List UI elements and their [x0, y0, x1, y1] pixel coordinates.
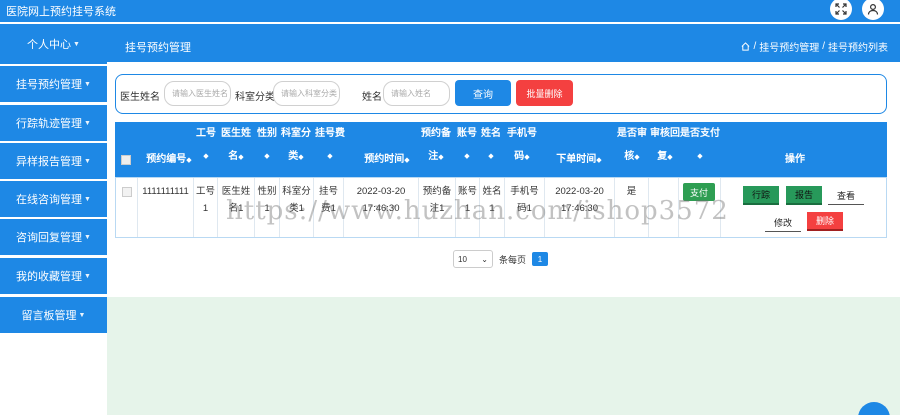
sidebar: 个人中心 ▼ 挂号预约管理 ▼ 行踪轨迹管理 ▼ 异样报告管理 ▼ 在线咨询管理 ▼ 咨询…	[0, 24, 107, 415]
sidebar-item-label: 异样报告管理	[16, 156, 83, 168]
chevron-down-icon: ▼	[73, 40, 80, 48]
sidebar-item-label: 我的收藏管理	[16, 271, 83, 283]
dept-label: 科室分类	[235, 92, 275, 103]
col-account[interactable]: 账号 ◆	[455, 127, 479, 163]
chevron-down-icon: ▼	[84, 195, 91, 203]
sort-icon[interactable]: ◆	[679, 150, 721, 163]
pagination: 10 ⌄ 条每页 1	[453, 250, 549, 268]
sort-icon[interactable]: ◆	[255, 150, 279, 163]
sidebar-item-label: 留言板管理	[21, 310, 77, 322]
col-doctor-name[interactable]: 医生姓 名◆	[218, 127, 254, 164]
chevron-down-icon: ⌄	[481, 254, 488, 264]
sort-icon[interactable]: ◆	[298, 154, 303, 161]
sidebar-item-anomaly-report[interactable]: 异样报告管理 ▼	[0, 143, 107, 179]
chevron-down-icon: ▼	[84, 119, 91, 127]
sidebar-item-label: 个人中心	[27, 39, 72, 51]
col-gender[interactable]: 性别 ◆	[255, 127, 279, 163]
cell-job-no: 工号 1	[195, 186, 215, 214]
per-page-label: 条每页	[499, 254, 527, 265]
sidebar-item-label: 咨询回复管理	[16, 232, 83, 244]
sort-icon[interactable]: ◆	[186, 157, 191, 164]
page-title: 挂号预约管理	[125, 42, 191, 54]
bulk-delete-button[interactable]: 批量删除	[516, 80, 573, 106]
page-size-select[interactable]: 10 ⌄	[453, 250, 493, 268]
table-header: 预约编号◆ 工号 ◆ 医生姓 名◆ 性别 ◆ 科室分 类◆ 挂号费 ◆ 预约时间◆ 预约备…	[115, 122, 887, 177]
sidebar-item-booking[interactable]: 挂号预约管理 ▼	[0, 66, 107, 102]
sidebar-item-tracking[interactable]: 行踪轨迹管理 ▼	[0, 105, 107, 141]
report-button[interactable]: 报告	[786, 186, 822, 205]
doctor-name-label: 医生姓名	[120, 92, 160, 103]
doctor-name-input[interactable]: 请输入医生姓名	[164, 81, 231, 106]
dept-input[interactable]: 请输入科室分类	[273, 81, 340, 106]
delete-button[interactable]: 删除	[807, 212, 843, 231]
sort-icon[interactable]: ◆	[479, 150, 503, 163]
page-header: 挂号预约管理 / 挂号预约管理 / 挂号预约列表	[107, 24, 900, 62]
row-checkbox[interactable]	[122, 187, 132, 197]
breadcrumb-item-current: 挂号预约列表	[828, 43, 888, 54]
sidebar-item-personal-center[interactable]: 个人中心 ▼	[0, 24, 107, 64]
chevron-down-icon: ▼	[78, 311, 86, 319]
top-bar: 医院网上预约挂号系统	[0, 0, 900, 22]
chevron-down-icon: ▼	[84, 80, 91, 88]
sort-icon[interactable]: ◆	[438, 154, 443, 161]
name-label: 姓名	[362, 92, 382, 103]
watermark: https://www.huzhan.com/ishop3572	[226, 196, 729, 226]
col-booking-no[interactable]: 预约编号◆	[139, 153, 199, 167]
search-panel: 医生姓名 请输入医生姓名 科室分类 请输入科室分类 姓名 请输入姓名 查询 批量…	[115, 74, 887, 114]
col-order-time[interactable]: 下单时间◆	[547, 153, 611, 167]
sidebar-item-label: 挂号预约管理	[16, 79, 83, 91]
chevron-down-icon: ▼	[84, 233, 91, 241]
col-name[interactable]: 姓名 ◆	[479, 127, 503, 163]
col-dept[interactable]: 科室分 类◆	[280, 127, 312, 164]
sort-icon[interactable]: ◆	[404, 157, 409, 164]
home-icon[interactable]	[741, 42, 750, 51]
col-note[interactable]: 预约备 注◆	[417, 127, 455, 164]
breadcrumb-item[interactable]: 挂号预约管理	[759, 39, 819, 54]
sort-icon[interactable]: ◆	[312, 150, 348, 163]
breadcrumb-separator: /	[822, 41, 825, 52]
query-button[interactable]: 查询	[455, 80, 511, 106]
name-input[interactable]: 请输入姓名	[383, 81, 450, 106]
col-job-no[interactable]: 工号 ◆	[195, 127, 217, 163]
content-background	[107, 297, 900, 415]
col-fee[interactable]: 挂号费 ◆	[312, 127, 348, 163]
sidebar-item-favorites[interactable]: 我的收藏管理 ▼	[0, 258, 107, 294]
sort-icon[interactable]: ◆	[596, 157, 601, 164]
col-actions: 操作	[785, 154, 805, 165]
sidebar-item-label: 行踪轨迹管理	[16, 118, 83, 130]
sidebar-item-consult-reply[interactable]: 咨询回复管理 ▼	[0, 219, 107, 255]
sort-icon[interactable]: ◆	[238, 154, 243, 161]
view-button[interactable]: 查看	[828, 186, 864, 205]
track-button[interactable]: 行踪	[743, 186, 779, 205]
chevron-down-icon: ▼	[84, 272, 91, 280]
chevron-down-icon: ▼	[84, 157, 91, 165]
col-paid[interactable]: 是否支付 ◆	[679, 127, 721, 163]
page-number-current[interactable]: 1	[532, 252, 549, 266]
sort-icon[interactable]: ◆	[455, 150, 479, 163]
sidebar-item-label: 在线咨询管理	[16, 194, 83, 206]
expand-icon[interactable]	[830, 0, 852, 20]
user-icon[interactable]	[862, 0, 884, 20]
col-booking-time[interactable]: 预约时间◆	[351, 153, 423, 167]
breadcrumb: / 挂号预约管理 / 挂号预约列表	[741, 39, 888, 54]
app-title: 医院网上预约挂号系统	[6, 6, 116, 18]
sort-icon[interactable]: ◆	[195, 150, 217, 163]
sidebar-item-online-consult[interactable]: 在线咨询管理 ▼	[0, 181, 107, 217]
sort-icon[interactable]: ◆	[667, 154, 672, 161]
col-audit-reply[interactable]: 审核回 复◆	[648, 127, 682, 164]
sort-icon[interactable]: ◆	[634, 154, 639, 161]
cell-booking-no: 1111111111	[142, 186, 189, 197]
col-audit[interactable]: 是否审 核◆	[615, 127, 649, 164]
sidebar-item-message-board[interactable]: 留言板管理 ▼	[0, 297, 107, 333]
select-all-checkbox[interactable]	[121, 155, 131, 165]
edit-button[interactable]: 修改	[765, 213, 801, 232]
breadcrumb-separator: /	[753, 41, 757, 52]
sort-icon[interactable]: ◆	[524, 154, 529, 161]
col-phone[interactable]: 手机号 码◆	[503, 127, 541, 164]
